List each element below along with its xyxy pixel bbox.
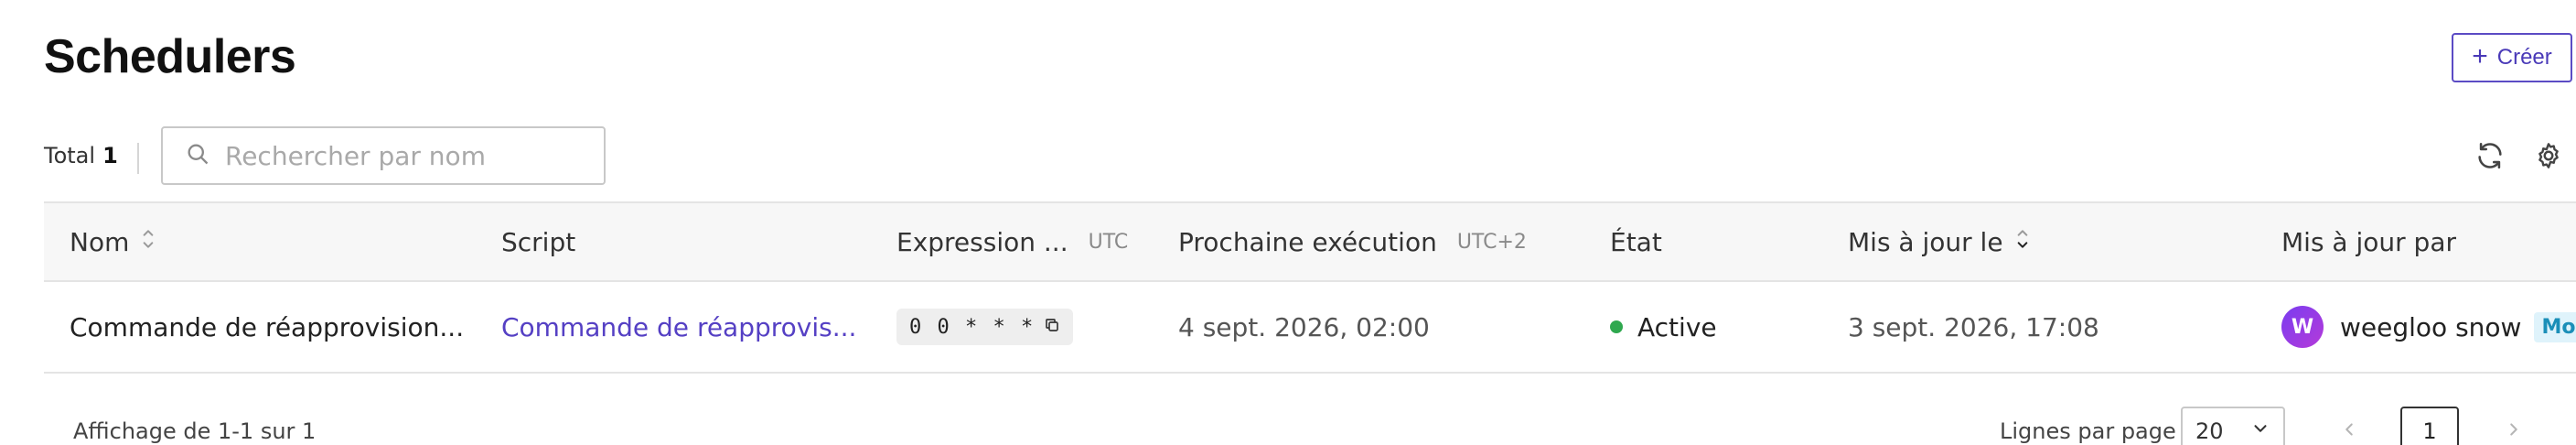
search-icon bbox=[185, 141, 210, 170]
column-updated-at-label: Mis à jour le bbox=[1848, 226, 2003, 257]
cron-expression-text: 0 0 * * * bbox=[909, 315, 1036, 339]
rows-per-page-label: Lignes par page bbox=[2000, 418, 2176, 444]
row-state: Active bbox=[1610, 282, 1717, 372]
sort-icon[interactable] bbox=[140, 227, 156, 257]
me-badge: Moi bbox=[2534, 311, 2576, 342]
column-next-run: Prochaine exécution UTC+2 bbox=[1178, 203, 1527, 280]
sort-desc-icon[interactable] bbox=[2014, 227, 2031, 257]
status-dot-icon bbox=[1610, 320, 1623, 333]
column-script-label: Script bbox=[501, 226, 576, 257]
rows-per-page-value: 20 bbox=[2195, 418, 2224, 444]
total-label: Total bbox=[44, 143, 96, 168]
page-title: Schedulers bbox=[44, 30, 296, 83]
row-next-run: 4 sept. 2026, 02:00 bbox=[1178, 311, 1430, 342]
column-next-run-label: Prochaine exécution bbox=[1178, 226, 1437, 257]
table-row[interactable]: Commande de réapprovision... Commande de… bbox=[44, 282, 2576, 374]
gear-icon[interactable] bbox=[2530, 137, 2567, 174]
column-updated-at[interactable]: Mis à jour le bbox=[1848, 203, 2031, 280]
total-value: 1 bbox=[102, 143, 118, 168]
chevron-left-icon bbox=[2339, 419, 2359, 443]
column-name[interactable]: Nom bbox=[70, 203, 156, 280]
column-next-run-timezone: UTC+2 bbox=[1456, 230, 1527, 254]
row-updated-at: 3 sept. 2026, 17:08 bbox=[1848, 311, 2099, 342]
column-state-label: État bbox=[1610, 226, 1662, 257]
cron-expression-chip: 0 0 * * * bbox=[896, 309, 1074, 345]
column-updated-by-label: Mis à jour par bbox=[2281, 226, 2456, 257]
row-updated-by: W weegloo snow Moi bbox=[2281, 282, 2576, 372]
column-updated-by: Mis à jour par bbox=[2281, 203, 2456, 280]
chevron-right-icon bbox=[2504, 419, 2524, 443]
plus-icon: + bbox=[2472, 40, 2488, 71]
create-button-label: Créer bbox=[2496, 45, 2552, 70]
total-count: Total 1 bbox=[44, 143, 118, 168]
search-box[interactable] bbox=[161, 126, 606, 185]
column-script: Script bbox=[501, 203, 575, 280]
row-script-link[interactable]: Commande de réapprovis... bbox=[501, 282, 856, 372]
search-input[interactable] bbox=[223, 139, 593, 172]
column-expression-timezone: UTC bbox=[1088, 230, 1129, 254]
previous-page-button[interactable] bbox=[2331, 407, 2367, 445]
copy-icon[interactable] bbox=[1044, 316, 1060, 339]
column-expression: Expression ... UTC bbox=[896, 203, 1128, 280]
row-name[interactable]: Commande de réapprovision... bbox=[70, 282, 464, 372]
refresh-icon[interactable] bbox=[2472, 137, 2508, 174]
column-state: État bbox=[1610, 203, 1662, 280]
rows-per-page-select[interactable]: 20 bbox=[2181, 407, 2285, 445]
create-button[interactable]: + Créer bbox=[2452, 33, 2572, 82]
avatar: W bbox=[2281, 306, 2324, 348]
column-expression-label: Expression ... bbox=[896, 226, 1068, 257]
chevron-down-icon bbox=[2250, 418, 2270, 444]
table-header: Nom Script Expression ... UTC Prochaine … bbox=[44, 201, 2576, 282]
pagination-summary: Affichage de 1-1 sur 1 bbox=[73, 418, 317, 444]
row-expression: 0 0 * * * bbox=[896, 282, 1074, 372]
column-name-label: Nom bbox=[70, 226, 130, 257]
schedulers-page: Schedulers + Créer Total 1 Rechercher pa… bbox=[0, 0, 2576, 445]
toolbar-divider bbox=[137, 143, 139, 174]
updated-by-name: weegloo snow bbox=[2340, 311, 2522, 342]
status-text: Active bbox=[1637, 311, 1717, 342]
page-number-button[interactable]: 1 bbox=[2400, 407, 2459, 445]
next-page-button[interactable] bbox=[2496, 407, 2532, 445]
schedulers-table: Nom Script Expression ... UTC Prochaine … bbox=[44, 201, 2576, 374]
